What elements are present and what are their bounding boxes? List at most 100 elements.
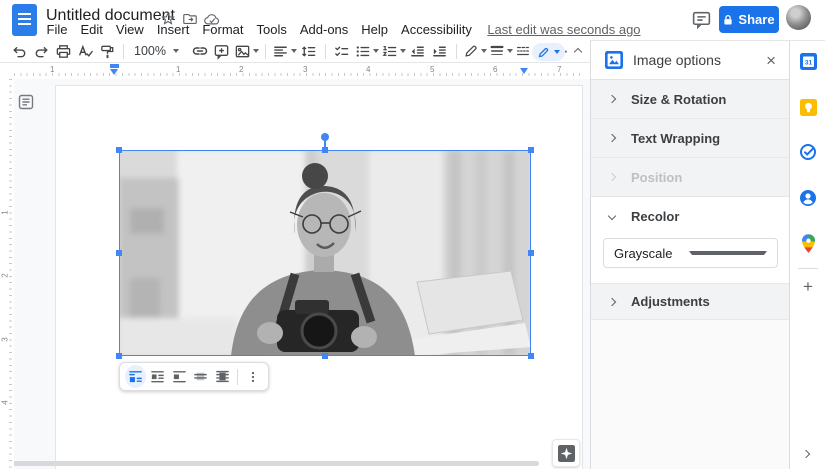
resize-handle-n[interactable] (322, 147, 328, 153)
editing-mode-button[interactable] (532, 43, 565, 61)
ruler-number: 2 (1, 273, 10, 277)
share-label: Share (738, 12, 774, 27)
grayscale-photo (119, 150, 531, 356)
redo-icon[interactable] (31, 41, 51, 61)
image-options-icon (604, 50, 624, 70)
wrap-text-icon[interactable] (147, 365, 168, 388)
menu-accessibility[interactable]: Accessibility (395, 22, 479, 37)
left-indent-marker[interactable] (110, 64, 119, 75)
add-addon-icon[interactable]: + (798, 277, 818, 297)
ruler-number: 1 (1, 210, 10, 214)
undo-icon[interactable] (9, 41, 29, 61)
divider (123, 44, 124, 59)
menu-tools[interactable]: Tools (250, 22, 293, 37)
menu-edit[interactable]: Edit (74, 22, 109, 37)
keep-icon[interactable] (799, 97, 817, 117)
section-text-wrapping[interactable]: Text Wrapping (591, 119, 789, 158)
in-front-of-text-icon[interactable] (212, 365, 233, 388)
behind-text-icon[interactable] (191, 365, 212, 388)
divider (325, 44, 326, 59)
ruler-number: 4 (366, 65, 370, 74)
print-icon[interactable] (53, 41, 73, 61)
border-weight-icon[interactable] (489, 41, 513, 61)
resize-handle-e[interactable] (528, 250, 534, 256)
section-size-rotation[interactable]: Size & Rotation (591, 80, 789, 119)
section-adjustments[interactable]: Adjustments (591, 283, 789, 320)
recolor-dropdown[interactable]: Grayscale (603, 238, 778, 268)
chevron-down-icon (253, 49, 259, 53)
divider (265, 44, 266, 59)
zoom-select[interactable]: 100% (130, 41, 183, 61)
calendar-icon[interactable]: 31 (799, 51, 817, 71)
close-icon[interactable]: × (766, 52, 776, 69)
avatar[interactable] (786, 5, 811, 30)
menu-insert[interactable]: Insert (150, 22, 196, 37)
chevron-right-icon (608, 297, 616, 305)
resize-handle-nw[interactable] (116, 147, 122, 153)
add-comment-icon[interactable] (212, 41, 232, 61)
inline-icon[interactable] (125, 365, 146, 388)
outline-icon[interactable] (16, 92, 36, 112)
top-bar: Untitled document File Edit View Insert … (0, 0, 825, 40)
vertical-ruler[interactable]: 1 2 3 4 (0, 79, 14, 469)
toolbar: 100% ⋯ (0, 40, 590, 63)
resize-handle-ne[interactable] (528, 147, 534, 153)
horizontal-scrollbar[interactable] (2, 461, 539, 466)
ruler-number: 7 (557, 65, 561, 74)
lock-icon (723, 14, 733, 26)
selected-image[interactable] (119, 150, 531, 356)
ruler-number: 3 (1, 337, 10, 341)
divider (237, 369, 238, 385)
right-indent-marker[interactable] (520, 68, 528, 74)
checklist-icon[interactable] (332, 41, 352, 61)
align-icon[interactable] (272, 41, 297, 61)
resize-handle-se[interactable] (528, 353, 534, 359)
document-canvas (0, 79, 590, 469)
docs-logo-icon[interactable] (12, 4, 37, 36)
chevron-up-icon (574, 48, 582, 56)
ruler-number: 4 (1, 400, 10, 404)
paint-format-icon[interactable] (97, 41, 117, 61)
rotation-handle[interactable] (321, 133, 329, 141)
menu-format[interactable]: Format (196, 22, 250, 37)
decrease-indent-icon[interactable] (408, 41, 428, 61)
insert-link-icon[interactable] (190, 41, 210, 61)
horizontal-ruler[interactable]: 1 1 2 3 4 5 6 7 (14, 63, 584, 78)
recolor-value: Grayscale (614, 246, 687, 261)
menu-help[interactable]: Help (355, 22, 395, 37)
insert-image-icon[interactable] (234, 41, 259, 61)
chevron-down-icon (400, 49, 406, 53)
last-edit-link[interactable]: Last edit was seconds ago (487, 22, 640, 37)
border-color-icon[interactable] (463, 41, 487, 61)
line-spacing-icon[interactable] (299, 41, 319, 61)
resize-handle-sw[interactable] (116, 353, 122, 359)
menu-view[interactable]: View (109, 22, 150, 37)
resize-handle-s[interactable] (322, 353, 328, 359)
resize-handle-w[interactable] (116, 250, 122, 256)
menu-file[interactable]: File (40, 22, 74, 37)
contacts-icon[interactable] (799, 188, 817, 208)
explore-button[interactable] (552, 439, 580, 467)
chevron-down-icon (373, 49, 379, 53)
break-text-icon[interactable] (169, 365, 190, 388)
more-vert-icon[interactable] (242, 365, 263, 388)
first-line-indent-marker[interactable] (110, 64, 119, 68)
bulleted-list-icon[interactable] (354, 41, 379, 61)
tasks-icon[interactable] (799, 142, 817, 162)
share-button[interactable]: Share (719, 6, 779, 33)
ruler-number: 2 (239, 65, 243, 74)
maps-icon[interactable] (799, 233, 817, 253)
numbered-list-icon[interactable] (381, 41, 406, 61)
hide-menus-button[interactable] (570, 44, 586, 60)
collapse-rail-icon[interactable] (803, 444, 809, 462)
svg-text:31: 31 (804, 59, 812, 66)
menu-addons[interactable]: Add-ons (293, 22, 354, 37)
workspace-side-rail: 31 + (789, 40, 825, 469)
section-recolor-expanded: Recolor Grayscale (591, 197, 789, 283)
editing-pen-icon (537, 46, 550, 59)
spellcheck-icon[interactable] (75, 41, 95, 61)
ruler-number: 1 (50, 65, 54, 74)
open-comments-button[interactable] (688, 6, 714, 32)
increase-indent-icon[interactable] (430, 41, 450, 61)
section-recolor-header[interactable]: Recolor (591, 197, 789, 235)
